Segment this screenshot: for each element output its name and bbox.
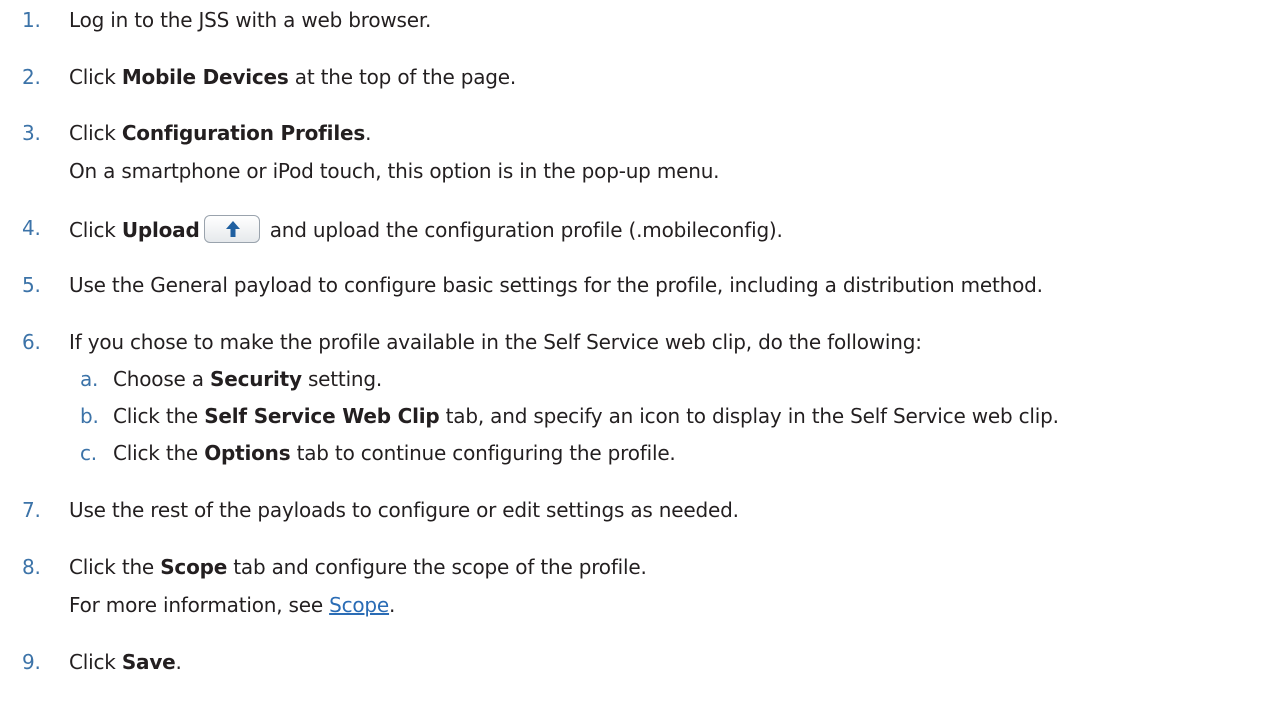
- substep-letter: c.: [80, 441, 97, 465]
- ui-term-upload: Upload: [121, 218, 200, 242]
- ui-term-security: Security: [210, 367, 302, 391]
- step-text: Log in to the JSS with a web browser.: [69, 8, 432, 32]
- ui-term-self-service-web-clip: Self Service Web Clip: [204, 404, 440, 428]
- step-3-note: On a smartphone or iPod touch, this opti…: [69, 159, 720, 183]
- ui-term-configuration-profiles: Configuration Profiles: [121, 121, 366, 145]
- step-number: 2.: [22, 65, 41, 89]
- step-number: 4.: [22, 216, 41, 240]
- substep-text: Choose a Security setting.: [113, 367, 383, 391]
- step-number: 5.: [22, 273, 41, 297]
- step-8-note: For more information, see Scope.: [69, 593, 396, 617]
- step-number: 8.: [22, 555, 41, 579]
- ui-term-options: Options: [204, 441, 291, 465]
- substep-letter: b.: [80, 404, 99, 428]
- step-number: 3.: [22, 121, 41, 145]
- step-text: Click Configuration Profiles.: [69, 121, 372, 145]
- scope-link[interactable]: Scope: [329, 593, 389, 617]
- substep-text: Click the Options tab to continue config…: [113, 441, 676, 465]
- step-number: 7.: [22, 498, 41, 522]
- step-number: 1.: [22, 8, 41, 32]
- substep-letter: a.: [80, 367, 99, 391]
- step-text: Click Upload and upload the configuratio…: [69, 215, 783, 243]
- substep-text: Click the Self Service Web Clip tab, and…: [113, 404, 1059, 428]
- step-text: Use the General payload to configure bas…: [69, 273, 1043, 297]
- upload-arrow-icon: [225, 221, 240, 237]
- step-text: Click Save.: [69, 650, 182, 674]
- step-number: 9.: [22, 650, 41, 674]
- upload-button-image: [203, 215, 260, 243]
- step-number: 6.: [22, 330, 41, 354]
- ui-term-mobile-devices: Mobile Devices: [121, 65, 289, 89]
- step-text: Use the rest of the payloads to configur…: [69, 498, 739, 522]
- step-text: Click the Scope tab and configure the sc…: [69, 555, 647, 579]
- step-text: If you chose to make the profile availab…: [69, 330, 922, 354]
- step-text: Click Mobile Devices at the top of the p…: [69, 65, 517, 89]
- procedure-document: 1. Log in to the JSS with a web browser.…: [0, 0, 1283, 723]
- ui-term-save: Save: [121, 650, 176, 674]
- ui-term-scope: Scope: [160, 555, 228, 579]
